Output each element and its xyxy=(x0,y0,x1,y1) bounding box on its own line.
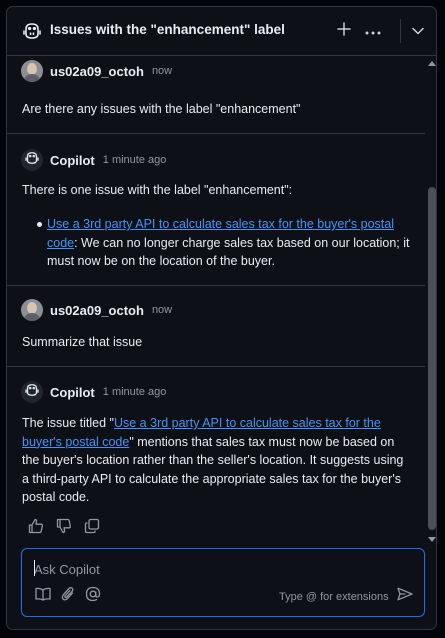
issue-link[interactable]: Use a 3rd party API to calculate sales t… xyxy=(114,416,381,430)
more-options-button[interactable] xyxy=(363,21,383,41)
scroll-down-arrow[interactable] xyxy=(428,537,436,542)
chat-title: Issues with the "enhancement" label xyxy=(50,22,285,37)
summary-line-4: a third-party API to calculate the appro… xyxy=(22,471,401,486)
avatar xyxy=(21,381,43,403)
thumbs-down-button[interactable] xyxy=(55,518,73,539)
text-cursor xyxy=(34,560,35,576)
issue-description: : We can no longer charge sales tax base… xyxy=(74,235,410,250)
message-header: Copilot 1 minute ago xyxy=(21,149,166,171)
send-button[interactable] xyxy=(396,587,414,605)
issue-description-continued: must now be on the location of the buyer… xyxy=(47,254,275,268)
feedback-actions xyxy=(27,518,101,539)
message-author: Copilot xyxy=(50,384,95,400)
extensions-hint: Type @ for extensions xyxy=(279,591,389,603)
copy-button[interactable] xyxy=(83,518,101,539)
issue-link-continued[interactable]: buyer's postal code xyxy=(22,435,129,449)
message-author: Copilot xyxy=(50,152,95,168)
avatar xyxy=(21,299,43,321)
message-time: 1 minute ago xyxy=(102,154,167,166)
message-text: Are there any issues with the label "enh… xyxy=(22,102,301,116)
collapse-button[interactable] xyxy=(408,21,428,41)
chevron-down-icon xyxy=(412,22,424,40)
copy-icon xyxy=(84,518,100,539)
scrollbar-thumb[interactable] xyxy=(428,187,436,530)
kebab-icon xyxy=(365,22,381,40)
mention-button[interactable] xyxy=(84,586,102,607)
summary-text-prefix: The issue titled " xyxy=(22,416,114,430)
send-icon xyxy=(397,587,413,606)
message-time: now xyxy=(151,65,173,77)
issue-link[interactable]: Use a 3rd party API to calculate sales t… xyxy=(47,217,394,231)
attach-docs-button[interactable] xyxy=(34,587,52,605)
mention-icon xyxy=(85,586,101,607)
summary-line-5: postal code. xyxy=(22,490,90,504)
message-text: Summarize that issue xyxy=(22,335,143,349)
copilot-message: Copilot 1 minute ago The issue titled "U… xyxy=(7,366,425,546)
user-message: us02a09_octoh now Are there any issues w… xyxy=(7,56,425,134)
chat-composer: Type @ for extensions xyxy=(21,548,425,617)
thumbs-down-icon xyxy=(56,518,72,539)
new-chat-button[interactable] xyxy=(334,21,354,41)
user-message: us02a09_octoh now Summarize that issue xyxy=(7,285,425,367)
issue-list-item: Use a 3rd party API to calculate sales t… xyxy=(37,215,415,271)
copilot-icon xyxy=(25,383,39,401)
summary-line-3: the buyer's location rather than the sel… xyxy=(22,453,404,467)
paperclip-icon xyxy=(61,586,75,607)
thumbs-up-icon xyxy=(28,518,44,539)
copilot-icon xyxy=(23,23,41,39)
thumbs-up-button[interactable] xyxy=(27,518,45,539)
message-header: us02a09_octoh now xyxy=(21,60,172,82)
plus-icon xyxy=(337,21,351,41)
thread-scrollbar[interactable] xyxy=(427,56,436,546)
scroll-up-arrow[interactable] xyxy=(428,61,436,66)
message-author: us02a09_octoh xyxy=(50,63,144,79)
message-author: us02a09_octoh xyxy=(50,302,144,318)
message-time: now xyxy=(151,304,173,316)
attach-file-button[interactable] xyxy=(59,586,77,607)
copilot-message: Copilot 1 minute ago There is one issue … xyxy=(7,133,425,286)
message-time: 1 minute ago xyxy=(102,386,167,398)
summary-text: The issue titled "Use a 3rd party API to… xyxy=(22,414,412,507)
book-icon xyxy=(35,587,51,606)
message-intro: There is one issue with the label "enhan… xyxy=(22,183,293,197)
bullet-dot xyxy=(37,222,42,227)
chat-header: Issues with the "enhancement" label xyxy=(7,7,436,56)
avatar xyxy=(21,60,43,82)
summary-line-2: " mentions that sales tax must now be ba… xyxy=(129,434,395,449)
issue-link-continued[interactable]: code xyxy=(47,236,74,250)
header-divider xyxy=(400,19,401,43)
message-header: Copilot 1 minute ago xyxy=(21,381,166,403)
chat-thread: us02a09_octoh now Are there any issues w… xyxy=(7,56,425,546)
copilot-icon xyxy=(25,151,39,169)
copilot-chat-panel: Issues with the "enhancement" label us02… xyxy=(6,6,437,630)
avatar xyxy=(21,149,43,171)
message-header: us02a09_octoh now xyxy=(21,299,172,321)
ask-copilot-input[interactable] xyxy=(34,559,404,579)
